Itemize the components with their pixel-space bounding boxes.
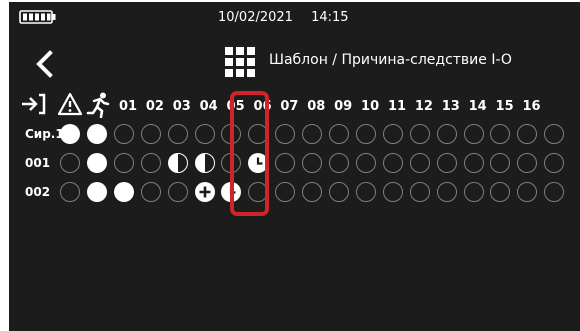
matrix-cell-empty[interactable] (113, 124, 134, 144)
input-arrow-icon (22, 93, 46, 115)
matrix-cell-empty[interactable] (60, 153, 80, 173)
matrix-cell-filled[interactable] (86, 182, 107, 202)
matrix-cell-empty[interactable] (544, 182, 565, 202)
matrix-cell-empty[interactable] (167, 182, 188, 202)
matrix-cell-empty[interactable] (113, 153, 134, 173)
matrix-cell-empty[interactable] (302, 153, 323, 173)
matrix-cell-empty[interactable] (140, 153, 161, 173)
matrix-cell-empty[interactable] (60, 182, 80, 202)
matrix-cell-empty[interactable] (382, 153, 403, 173)
column-header-14: 14 (468, 99, 487, 114)
column-header-07: 07 (280, 99, 299, 114)
matrix-cell-empty[interactable] (382, 124, 403, 144)
back-button[interactable] (31, 49, 57, 79)
column-header-16: 16 (522, 99, 541, 114)
column-header-10: 10 (361, 99, 380, 114)
matrix-cell-empty[interactable] (463, 182, 484, 202)
matrix-cell-empty[interactable] (409, 182, 430, 202)
matrix-cell-empty[interactable] (329, 153, 349, 173)
matrix-cell-empty[interactable] (355, 124, 376, 144)
matrix-cell-empty[interactable] (382, 182, 403, 202)
matrix-cell-empty[interactable] (140, 182, 161, 202)
plus-icon (199, 186, 210, 198)
status-datetime: 10/02/2021 14:15 (218, 10, 349, 25)
matrix-cell-empty[interactable] (436, 182, 457, 202)
column-highlight (230, 91, 269, 216)
column-header-12: 12 (414, 99, 433, 114)
column-header-11: 11 (387, 99, 407, 114)
matrix-cell-empty[interactable] (355, 182, 376, 202)
matrix-cell-empty[interactable] (194, 124, 215, 144)
matrix-cell-empty[interactable] (329, 124, 349, 144)
matrix-cell-filled[interactable] (86, 124, 107, 144)
column-header-08: 08 (307, 99, 326, 114)
matrix-cell-empty[interactable] (544, 124, 565, 144)
matrix-cell-empty[interactable] (409, 153, 430, 173)
matrix-cell-empty[interactable] (355, 153, 376, 173)
running-person-icon (86, 92, 110, 118)
matrix-cell-empty[interactable] (275, 153, 296, 173)
matrix-cell-empty[interactable] (302, 124, 323, 144)
status-time: 14:15 (311, 10, 349, 25)
matrix-cell-empty[interactable] (490, 182, 511, 202)
column-header-03: 03 (172, 99, 191, 114)
matrix-cell-empty[interactable] (463, 153, 484, 173)
chevron-left-icon (36, 50, 53, 78)
matrix-cell-half[interactable] (167, 153, 188, 173)
warning-triangle-icon (57, 92, 83, 116)
status-date: 10/02/2021 (218, 10, 293, 25)
matrix-cell-filled[interactable] (113, 182, 134, 202)
matrix-cell-empty[interactable] (517, 124, 538, 144)
matrix-cell-empty[interactable] (544, 153, 565, 173)
column-header-02: 02 (145, 99, 164, 114)
matrix-cell-empty[interactable] (436, 153, 457, 173)
matrix-cell-empty[interactable] (490, 153, 511, 173)
matrix-cell-empty[interactable] (167, 124, 188, 144)
matrix-cell-plus[interactable] (194, 182, 215, 202)
matrix-cell-filled[interactable] (60, 124, 80, 144)
matrix-cell-empty[interactable] (490, 124, 511, 144)
matrix-cell-empty[interactable] (436, 124, 457, 144)
matrix-cell-empty[interactable] (409, 124, 430, 144)
breadcrumb: Шаблон / Причина-следствие I-O (269, 52, 512, 68)
matrix-cell-filled[interactable] (86, 153, 107, 173)
column-header-13: 13 (441, 99, 460, 114)
device-screen: 10/02/2021 14:15 Шаблон / Причина-следст… (9, 2, 580, 331)
column-header-09: 09 (334, 99, 353, 114)
column-header-04: 04 (199, 99, 218, 114)
matrix-cell-empty[interactable] (517, 182, 538, 202)
column-header-15: 15 (495, 99, 514, 114)
battery-full-icon (19, 10, 56, 24)
column-header-01: 01 (118, 99, 138, 114)
matrix-cell-empty[interactable] (140, 124, 161, 144)
matrix-cell-empty[interactable] (329, 182, 349, 202)
matrix-cell-empty[interactable] (517, 153, 538, 173)
matrix-cell-empty[interactable] (275, 124, 296, 144)
matrix-cell-empty[interactable] (463, 124, 484, 144)
matrix-cell-empty[interactable] (302, 182, 323, 202)
matrix-cell-empty[interactable] (275, 182, 296, 202)
app-grid-icon[interactable] (225, 47, 255, 77)
matrix-cell-half[interactable] (194, 153, 215, 173)
